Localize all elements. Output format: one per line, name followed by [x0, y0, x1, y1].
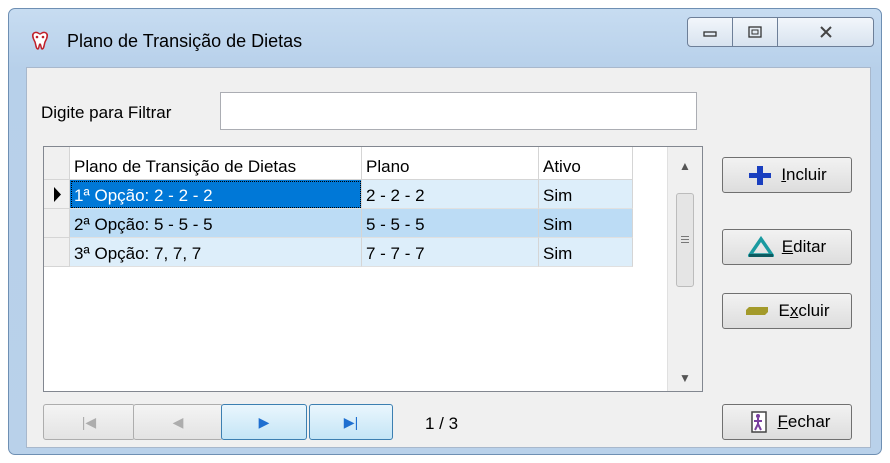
last-icon: ▶|: [343, 413, 359, 430]
prev-icon: ◀: [172, 413, 184, 430]
cell-plano[interactable]: 5 - 5 - 5: [362, 209, 539, 238]
cell-name[interactable]: 3ª Opção: 7, 7, 7: [70, 238, 362, 267]
maximize-icon: [748, 26, 762, 38]
fechar-label: Fechar: [777, 412, 831, 431]
current-row-arrow-icon: [54, 187, 61, 202]
cell-ativo[interactable]: Sim: [539, 180, 633, 209]
cell-plano[interactable]: 7 - 7 - 7: [362, 238, 539, 267]
next-record-button[interactable]: ▶: [221, 404, 307, 440]
main-window: Plano de Transição de Dietas Digite para…: [8, 8, 882, 455]
row-indicator[interactable]: [44, 209, 70, 238]
cell-ativo[interactable]: Sim: [539, 209, 633, 238]
column-header-name[interactable]: Plano de Transição de Dietas: [70, 147, 362, 180]
prev-record-button[interactable]: ◀: [133, 404, 223, 440]
close-button[interactable]: [777, 17, 874, 47]
cell-plano[interactable]: 2 - 2 - 2: [362, 180, 539, 209]
excluir-label: Excluir: [778, 301, 830, 320]
filter-label: Digite para Filtrar: [41, 103, 172, 122]
grid-corner: [44, 147, 70, 180]
editar-button[interactable]: Editar: [722, 229, 852, 265]
cell-name[interactable]: 1ª Opção: 2 - 2 - 2: [70, 180, 362, 209]
editar-label: Editar: [781, 237, 827, 256]
maximize-button[interactable]: [732, 17, 778, 47]
triangle-icon: [747, 236, 774, 257]
first-record-button[interactable]: |◀: [43, 404, 135, 440]
scroll-thumb[interactable]: [676, 193, 694, 287]
row-indicator[interactable]: [44, 180, 70, 209]
minimize-button[interactable]: [687, 17, 733, 47]
first-icon: |◀: [81, 413, 97, 430]
minus-icon: [746, 307, 769, 315]
minimize-icon: [703, 31, 717, 37]
column-header-plano[interactable]: Plano: [362, 147, 539, 180]
last-record-button[interactable]: ▶|: [309, 404, 393, 440]
incluir-label: Incluir: [781, 165, 827, 184]
diet-plans-grid[interactable]: Plano de Transição de Dietas Plano Ativo…: [43, 146, 703, 392]
exit-door-icon: [750, 411, 767, 433]
cell-ativo[interactable]: Sim: [539, 238, 633, 267]
vertical-scrollbar[interactable]: ▲ ▼: [667, 147, 702, 391]
window-title: Plano de Transição de Dietas: [67, 31, 303, 51]
cell-name[interactable]: 2ª Opção: 5 - 5 - 5: [70, 209, 362, 238]
fechar-button[interactable]: Fechar: [722, 404, 852, 440]
row-indicator[interactable]: [44, 238, 70, 267]
incluir-button[interactable]: Incluir: [722, 157, 852, 193]
scroll-up-icon[interactable]: ▲: [668, 159, 702, 173]
filter-input[interactable]: [220, 92, 697, 130]
column-header-ativo[interactable]: Ativo: [539, 147, 633, 180]
client-area: Digite para Filtrar Plano de Transição d…: [26, 67, 871, 448]
app-tooth-icon: [31, 31, 49, 50]
grip-icon: [681, 236, 689, 237]
close-icon: [819, 26, 832, 38]
title-bar[interactable]: Plano de Transição de Dietas: [9, 9, 881, 65]
excluir-button[interactable]: Excluir: [722, 293, 852, 329]
scroll-down-icon[interactable]: ▼: [668, 371, 702, 385]
record-position: 1 / 3: [425, 414, 459, 433]
plus-icon: [749, 166, 772, 185]
next-icon: ▶: [258, 413, 270, 430]
